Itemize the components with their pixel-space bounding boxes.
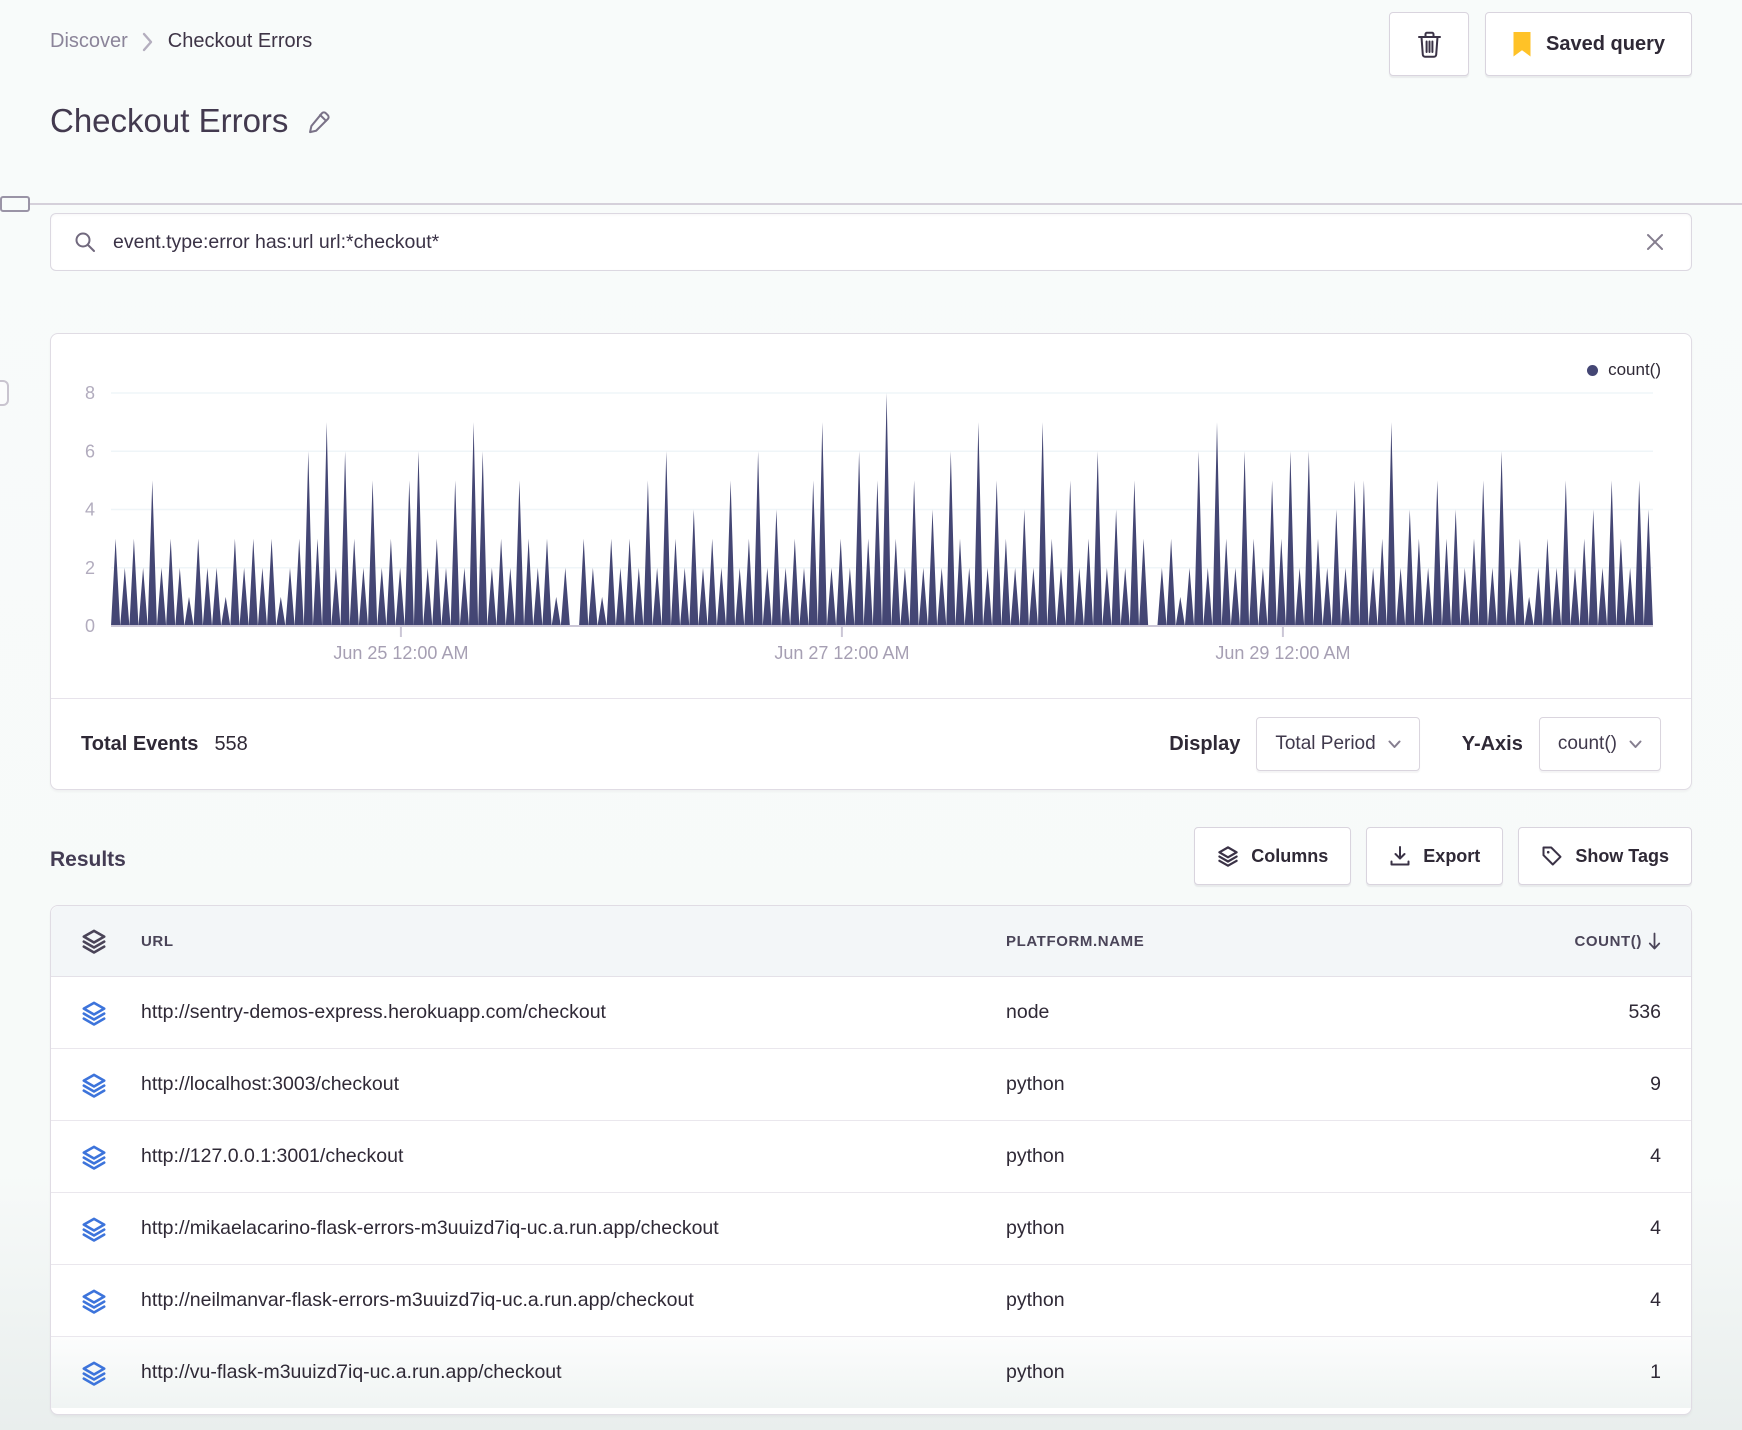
url-cell[interactable]: http://vu-flask-m3uuizd7iq-uc.a.run.app/… bbox=[141, 1361, 1006, 1384]
display-dropdown[interactable]: Total Period bbox=[1256, 717, 1420, 771]
stack-icon[interactable] bbox=[81, 1216, 141, 1242]
svg-text:2: 2 bbox=[85, 558, 95, 578]
url-cell[interactable]: http://mikaelacarino-flask-errors-m3uuiz… bbox=[141, 1217, 1006, 1240]
close-icon bbox=[1645, 232, 1665, 252]
chevron-down-icon bbox=[1629, 740, 1642, 749]
pencil-icon bbox=[306, 108, 333, 135]
count-column-header[interactable]: COUNT() bbox=[1501, 932, 1661, 951]
stack-icon[interactable] bbox=[81, 1360, 141, 1386]
total-events-value: 558 bbox=[214, 732, 248, 755]
svg-text:Jun 27 12:00 AM: Jun 27 12:00 AM bbox=[774, 643, 909, 663]
count-column-label: COUNT() bbox=[1574, 932, 1642, 950]
table-row[interactable]: http://localhost:3003/checkout python 9 bbox=[51, 1048, 1691, 1120]
search-bar bbox=[50, 213, 1692, 271]
panel-resize-handle bbox=[0, 196, 30, 212]
breadcrumb: Discover Checkout Errors bbox=[50, 30, 312, 53]
results-table: URL PLATFORM.NAME COUNT() http://sentry-… bbox=[50, 905, 1692, 1415]
clear-search-button[interactable] bbox=[1641, 228, 1669, 256]
tag-icon bbox=[1541, 845, 1563, 867]
columns-button-label: Columns bbox=[1251, 845, 1329, 866]
events-chart[interactable]: 0 2 4 6 8 Jun 25 12:00 AM Jun 27 12:00 AM Jun 2… bbox=[51, 334, 1693, 674]
table-row[interactable]: http://127.0.0.1:3001/checkout python 4 bbox=[51, 1120, 1691, 1192]
count-cell: 4 bbox=[1650, 1289, 1661, 1311]
sidebar-collapse-handle bbox=[0, 380, 9, 406]
chevron-down-icon bbox=[1388, 740, 1401, 749]
sort-descending-icon bbox=[1648, 932, 1661, 951]
stack-icon bbox=[81, 928, 141, 954]
stack-icon[interactable] bbox=[81, 1144, 141, 1170]
platform-cell: python bbox=[1006, 1073, 1065, 1095]
url-cell[interactable]: http://localhost:3003/checkout bbox=[141, 1073, 1006, 1096]
bookmark-icon bbox=[1512, 31, 1532, 58]
page-title: Checkout Errors bbox=[50, 102, 289, 139]
stack-icon[interactable] bbox=[81, 1288, 141, 1314]
download-icon bbox=[1389, 845, 1411, 867]
search-input[interactable] bbox=[111, 229, 1627, 255]
chevron-right-icon bbox=[142, 32, 154, 52]
layers-icon bbox=[1217, 845, 1239, 867]
platform-cell: python bbox=[1006, 1217, 1065, 1239]
show-tags-button[interactable]: Show Tags bbox=[1518, 827, 1692, 885]
count-cell: 9 bbox=[1650, 1073, 1661, 1095]
columns-button[interactable]: Columns bbox=[1194, 827, 1352, 885]
url-column-header[interactable]: URL bbox=[141, 933, 1006, 950]
svg-text:6: 6 bbox=[85, 441, 95, 461]
total-events-label: Total Events bbox=[81, 732, 199, 755]
svg-text:8: 8 bbox=[85, 383, 95, 403]
platform-cell: python bbox=[1006, 1361, 1065, 1383]
export-button[interactable]: Export bbox=[1366, 827, 1504, 885]
svg-text:4: 4 bbox=[85, 500, 95, 520]
svg-text:Jun 25 12:00 AM: Jun 25 12:00 AM bbox=[333, 643, 468, 663]
export-button-label: Export bbox=[1423, 845, 1481, 866]
show-tags-button-label: Show Tags bbox=[1575, 845, 1669, 866]
saved-query-button[interactable]: Saved query bbox=[1485, 12, 1692, 76]
chart-footer: Total Events 558 Display Total Period Y-… bbox=[51, 698, 1691, 789]
platform-cell: node bbox=[1006, 1001, 1050, 1023]
y-axis-value: count() bbox=[1557, 733, 1617, 754]
display-label: Display bbox=[1169, 732, 1241, 755]
events-chart-panel: count() 0 2 4 6 8 Jun 25 12:00 AM Jun 27 12:00… bbox=[50, 333, 1692, 790]
platform-column-header[interactable]: PLATFORM.NAME bbox=[1006, 933, 1501, 950]
display-value: Total Period bbox=[1275, 733, 1376, 754]
table-header-row: URL PLATFORM.NAME COUNT() bbox=[51, 906, 1691, 977]
count-cell: 1 bbox=[1650, 1361, 1661, 1383]
count-cell: 4 bbox=[1650, 1217, 1661, 1239]
results-table-body: http://sentry-demos-express.herokuapp.co… bbox=[51, 977, 1691, 1408]
url-cell[interactable]: http://127.0.0.1:3001/checkout bbox=[141, 1145, 1006, 1168]
breadcrumb-discover-link[interactable]: Discover bbox=[50, 30, 128, 53]
platform-cell: python bbox=[1006, 1145, 1065, 1167]
count-cell: 536 bbox=[1628, 1001, 1661, 1023]
search-icon bbox=[73, 230, 97, 254]
y-axis-label: Y-Axis bbox=[1461, 732, 1523, 755]
svg-text:0: 0 bbox=[85, 616, 95, 636]
results-buttons: Columns Export Show Tags bbox=[1194, 827, 1692, 885]
count-cell: 4 bbox=[1650, 1145, 1661, 1167]
header-divider bbox=[0, 203, 1742, 205]
table-row[interactable]: http://mikaelacarino-flask-errors-m3uuiz… bbox=[51, 1192, 1691, 1264]
url-cell[interactable]: http://neilmanvar-flask-errors-m3uuizd7i… bbox=[141, 1289, 1006, 1312]
breadcrumb-current: Checkout Errors bbox=[167, 30, 313, 52]
discover-page: Discover Checkout Errors Saved query Che… bbox=[0, 0, 1742, 1430]
saved-query-label: Saved query bbox=[1546, 32, 1665, 55]
delete-query-button[interactable] bbox=[1389, 12, 1470, 76]
trash-icon bbox=[1416, 30, 1443, 59]
results-heading: Results bbox=[50, 848, 126, 871]
table-row[interactable]: http://neilmanvar-flask-errors-m3uuizd7i… bbox=[51, 1264, 1691, 1336]
platform-cell: python bbox=[1006, 1289, 1065, 1311]
url-cell[interactable]: http://sentry-demos-express.herokuapp.co… bbox=[141, 1001, 1006, 1024]
table-row[interactable]: http://sentry-demos-express.herokuapp.co… bbox=[51, 977, 1691, 1048]
table-row[interactable]: http://vu-flask-m3uuizd7iq-uc.a.run.app/… bbox=[51, 1336, 1691, 1408]
top-actions: Saved query bbox=[1389, 12, 1692, 76]
svg-text:Jun 29 12:00 AM: Jun 29 12:00 AM bbox=[1215, 643, 1350, 663]
edit-query-name-button[interactable] bbox=[306, 108, 333, 135]
y-axis-dropdown[interactable]: count() bbox=[1538, 717, 1661, 771]
stack-icon[interactable] bbox=[81, 1000, 141, 1026]
stack-icon[interactable] bbox=[81, 1072, 141, 1098]
